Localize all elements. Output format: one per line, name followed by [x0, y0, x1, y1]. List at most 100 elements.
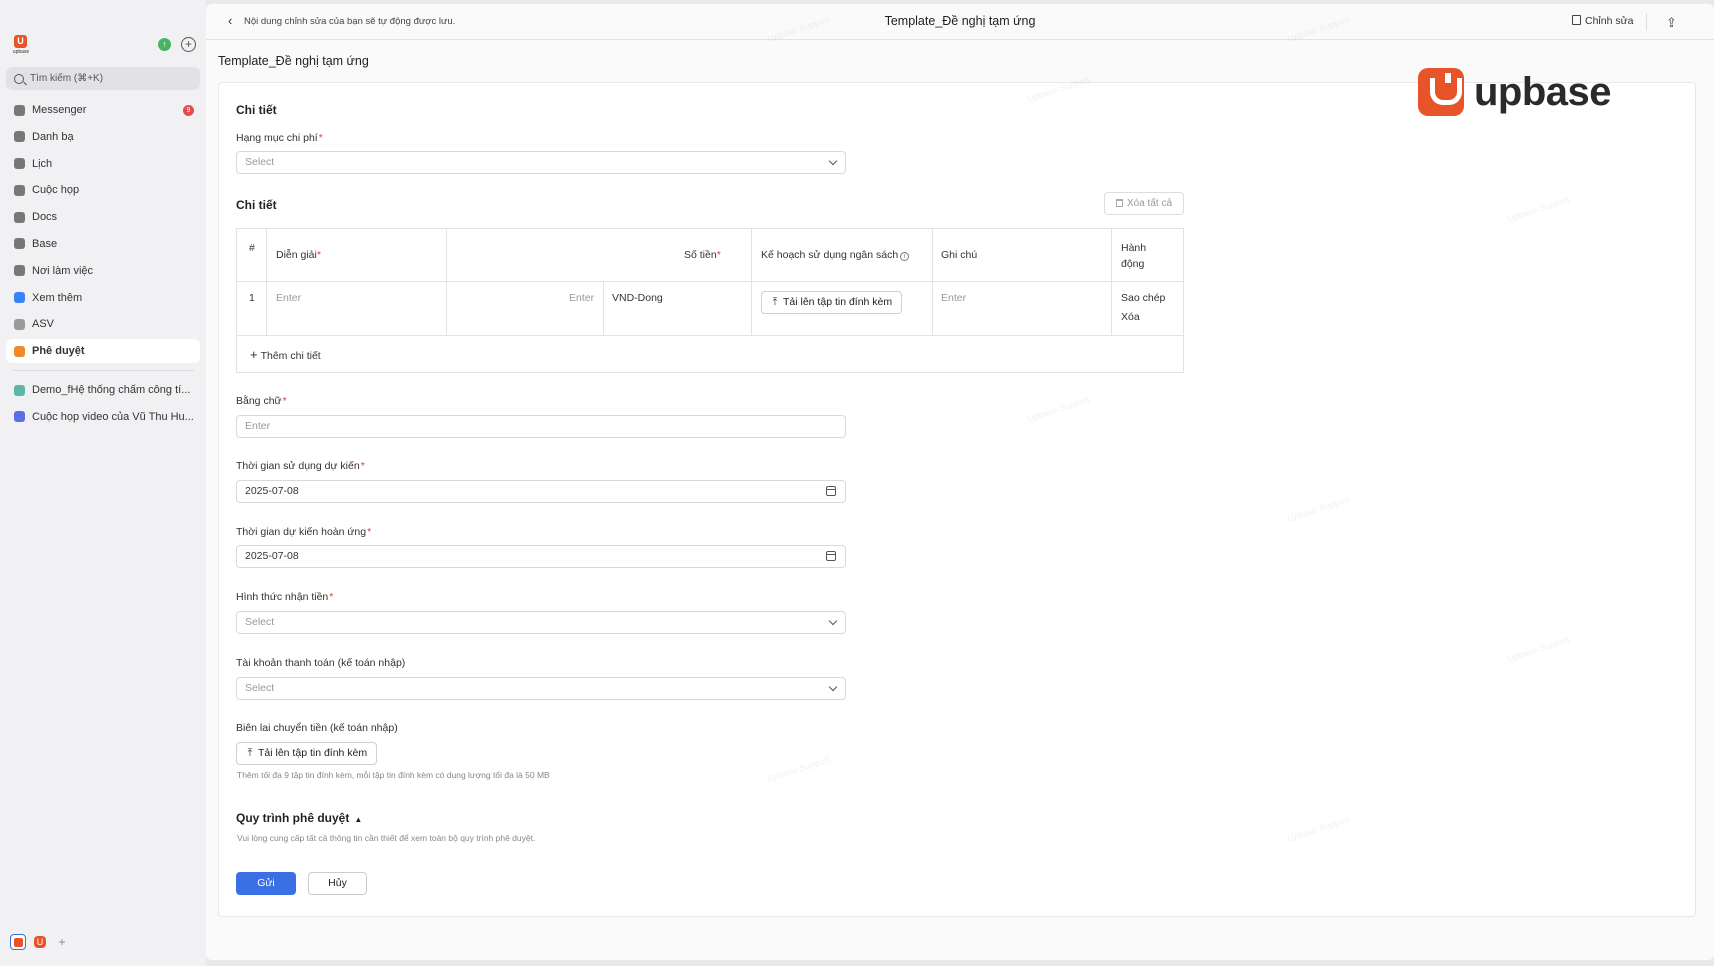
account-label: Tài khoản thanh toán (kế toán nhập) [236, 657, 406, 669]
workflow-toggle[interactable]: Quy trình phê duyệt ▲ [236, 811, 362, 825]
sidebar-search[interactable]: Tìm kiếm (⌘+K) [6, 67, 200, 90]
use-time-label-text: Thời gian sử dụng dự kiến [236, 460, 360, 472]
required-asterisk: * [716, 249, 721, 261]
sidebar-item-workspace[interactable]: Nơi làm việc [6, 259, 200, 283]
sidebar-item-meetings[interactable]: Cuộc họp [6, 178, 200, 202]
sidebar-item-label: Base [32, 237, 58, 250]
clear-all-button[interactable]: Xóa tất cả [1104, 192, 1184, 215]
table-divider [603, 281, 604, 336]
receipt-hint: Thêm tối đa 9 tập tin đính kèm, mỗi tập … [237, 770, 550, 780]
upbase-logo-icon [1418, 68, 1464, 116]
required-asterisk: * [282, 395, 287, 407]
sidebar-item-base[interactable]: Base [6, 232, 200, 256]
workflow-hint: Vui lòng cung cấp tất cả thông tin cần t… [237, 833, 536, 843]
unread-badge: 9 [183, 105, 194, 116]
receive-method-value: Select [245, 616, 275, 628]
sidebar-item-label: Phê duyệt [32, 345, 85, 358]
col-header-budget-text: Kế hoạch sử dụng ngân sách [761, 249, 899, 261]
asv-icon [14, 318, 25, 330]
account-select[interactable]: Select [236, 677, 846, 700]
section-title-detail: Chi tiết [236, 103, 277, 117]
upload-icon: ⤒ [247, 747, 253, 759]
contacts-icon [14, 131, 25, 143]
row-index: 1 [249, 292, 255, 304]
receipt-label: Biên lai chuyển tiền (kế toán nhập) [236, 722, 398, 734]
chevron-down-icon [828, 616, 838, 626]
sidebar-item-docs[interactable]: Docs [6, 205, 200, 229]
sidebar-item-label: Cuộc họp [32, 184, 80, 197]
submit-button[interactable]: Gửi [236, 872, 296, 895]
category-select-value: Select [245, 156, 275, 168]
budget-upload-button[interactable]: ⤒ Tải lên tập tin đính kèm [761, 291, 903, 314]
upbase-logo-icon: U [14, 35, 27, 48]
delete-row-link[interactable]: Xóa [1121, 311, 1140, 323]
sidebar: U upbase ↑ + Tìm kiếm (⌘+K) Messenger 9 … [0, 0, 206, 966]
required-asterisk: * [360, 460, 365, 472]
apps-icon [14, 292, 25, 304]
add-detail-label: Thêm chi tiết [260, 350, 321, 362]
calendar-icon [14, 158, 25, 170]
upload-label: Tải lên tập tin đính kèm [783, 296, 893, 308]
required-asterisk: * [329, 591, 334, 603]
add-detail-button[interactable]: + Thêm chi tiết [250, 347, 321, 362]
category-label: Hạng mục chi phí* [236, 132, 323, 144]
document-title: Template_Đề nghị tạm ứng [884, 14, 1036, 28]
sidebar-recent-item[interactable]: Demo_fHệ thống chấm công tí... [6, 378, 200, 402]
table-divider [751, 229, 752, 336]
share-icon[interactable]: ⇪ [1666, 15, 1677, 31]
sidebar-recent-item[interactable]: Cuộc họp video của Vũ Thu Hu... [6, 405, 200, 429]
sidebar-top: U upbase ↑ + [10, 34, 200, 56]
info-icon[interactable]: i [900, 252, 910, 261]
refund-time-value: 2025-07-08 [245, 550, 299, 562]
sidebar-item-label: Danh bạ [32, 130, 74, 143]
col-header-budget: Kế hoạch sử dụng ngân sách i [761, 249, 910, 261]
messenger-icon [14, 104, 25, 116]
receive-method-label: Hình thức nhận tiền* [236, 591, 333, 603]
plus-icon: + [250, 347, 258, 362]
amount-input[interactable]: Enter [569, 292, 594, 304]
sidebar-item-label: Messenger [32, 104, 87, 116]
add-workspace-icon[interactable]: + [54, 934, 70, 950]
receive-method-select[interactable]: Select [236, 611, 846, 634]
brand-wordmark: upbase [1474, 69, 1612, 114]
currency-select[interactable]: VND-Dong [612, 292, 663, 304]
workspace-upbase-icon[interactable]: U [34, 936, 46, 948]
chevron-down-icon [828, 682, 838, 692]
sidebar-item-approval[interactable]: Phê duyệt [6, 339, 200, 364]
refund-time-date-picker[interactable]: 2025-07-08 [236, 545, 846, 568]
col-header-amount-text: Số tiền [684, 249, 717, 261]
detail-table-title: Chi tiết [236, 198, 277, 212]
col-header-action: Hành động [1121, 242, 1147, 270]
note-input[interactable]: Enter [941, 292, 966, 304]
col-header-amount: Số tiền* [684, 249, 721, 261]
caret-up-icon: ▲ [354, 815, 363, 824]
sidebar-item-asv[interactable]: ASV [6, 312, 200, 336]
sidebar-bottom: U + [10, 934, 70, 950]
sheet-icon [14, 384, 25, 396]
sidebar-item-messenger[interactable]: Messenger 9 [6, 98, 200, 122]
sidebar-item-more[interactable]: Xem thêm [6, 286, 200, 310]
update-icon[interactable]: ↑ [158, 38, 171, 51]
grid-icon [14, 265, 25, 277]
table-divider [266, 229, 267, 336]
receive-method-label-text: Hình thức nhận tiền [236, 591, 329, 603]
sidebar-item-label: Cuộc họp video của Vũ Thu Hu... [32, 410, 194, 423]
table-divider [1111, 229, 1112, 336]
use-time-date-picker[interactable]: 2025-07-08 [236, 480, 846, 503]
sidebar-item-contacts[interactable]: Danh bạ [6, 125, 200, 149]
receipt-upload-button[interactable]: ⤒ Tải lên tập tin đính kèm [236, 742, 378, 765]
cancel-button[interactable]: Hủy [308, 872, 367, 895]
copy-row-link[interactable]: Sao chép [1121, 292, 1165, 304]
sidebar-item-label: Demo_fHệ thống chấm công tí... [32, 384, 191, 397]
col-header-desc: Diễn giải* [276, 249, 321, 261]
add-icon[interactable]: + [181, 37, 196, 52]
words-input[interactable]: Enter [236, 415, 846, 438]
category-select[interactable]: Select [236, 151, 846, 174]
workspace-avatar[interactable] [10, 934, 26, 950]
desc-input[interactable]: Enter [276, 292, 301, 304]
edit-button[interactable]: Chỉnh sửa [1572, 15, 1633, 27]
upload-icon: ⤒ [772, 296, 778, 308]
col-header-note: Ghi chú [941, 249, 978, 261]
app-logo[interactable]: U upbase [10, 34, 32, 56]
sidebar-item-calendar[interactable]: Lịch [6, 152, 200, 176]
